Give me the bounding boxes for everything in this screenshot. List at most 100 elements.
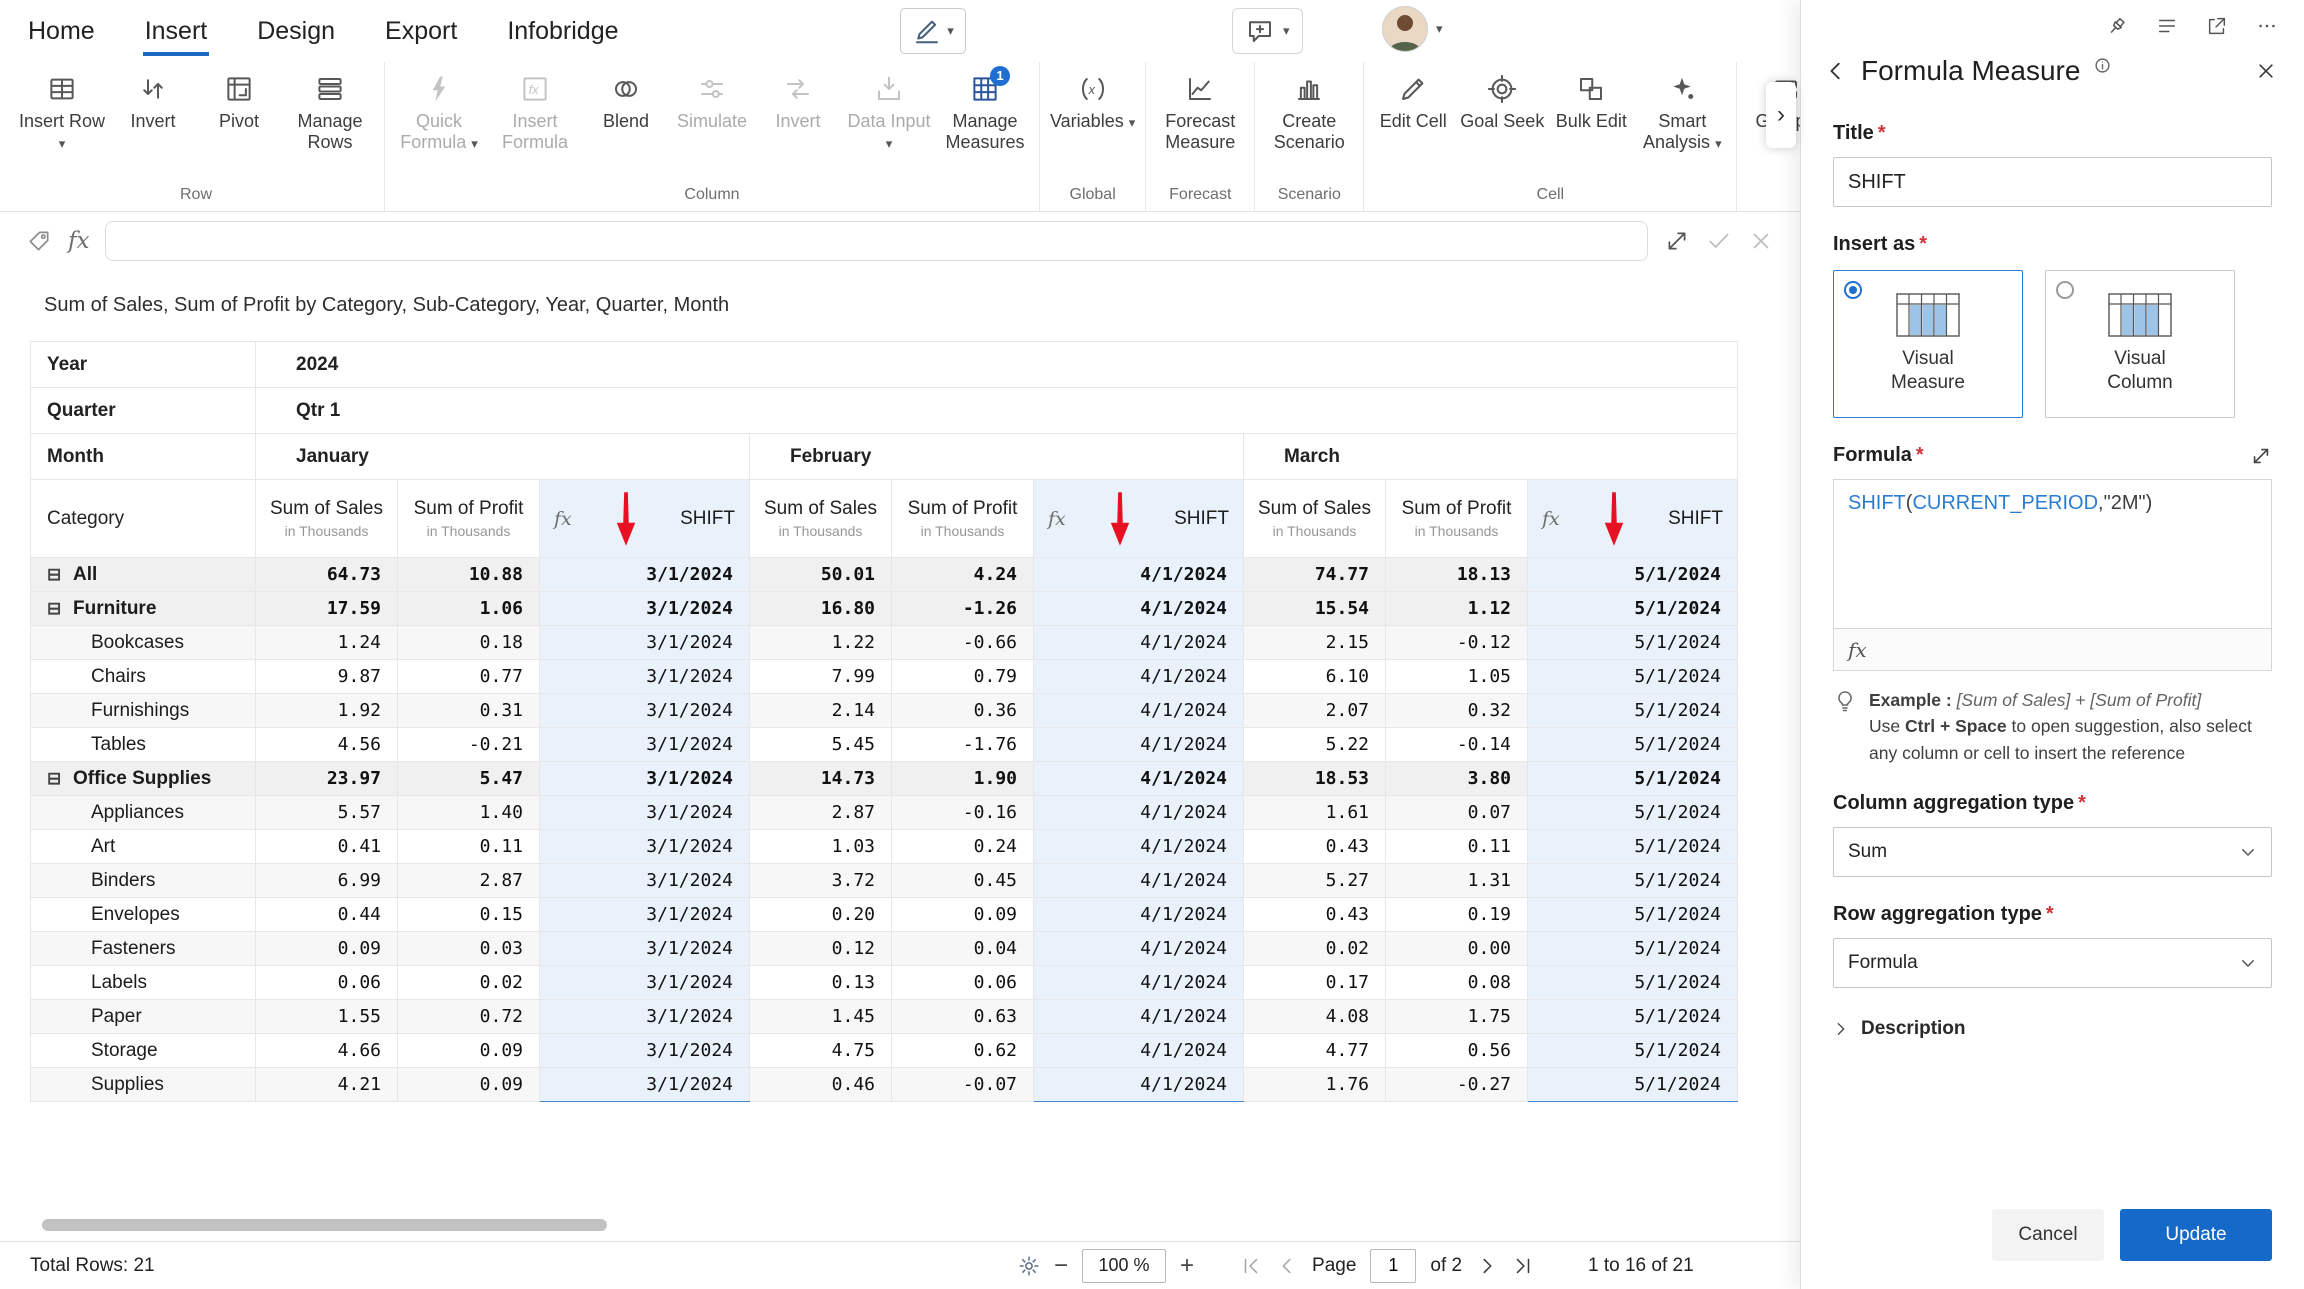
- cell-profit[interactable]: 0.31: [397, 693, 540, 728]
- cell-sales[interactable]: 50.01: [749, 557, 892, 592]
- table-row[interactable]: Chairs 9.87 0.77 3/1/2024 7.99 0.79 4/1/…: [30, 659, 1739, 694]
- title-input[interactable]: [1833, 157, 2272, 207]
- cell-sales[interactable]: 1.76: [1243, 1067, 1386, 1102]
- simulate-button[interactable]: Simulate: [669, 62, 755, 132]
- table-row[interactable]: Bookcases 1.24 0.18 3/1/2024 1.22 -0.66 …: [30, 625, 1739, 660]
- cell-profit[interactable]: 1.90: [891, 761, 1034, 796]
- formula-bar-input[interactable]: [105, 221, 1648, 261]
- cell-shift[interactable]: 3/1/2024: [539, 897, 750, 932]
- month-march[interactable]: March: [1242, 433, 1739, 480]
- sales-header[interactable]: Sum of Sales in Thousands: [255, 479, 398, 558]
- next-page-icon[interactable]: [1476, 1255, 1498, 1277]
- cell-shift[interactable]: 5/1/2024: [1526, 557, 1739, 592]
- cell-profit[interactable]: 0.11: [1385, 829, 1528, 864]
- cell-shift[interactable]: 4/1/2024: [1033, 625, 1244, 660]
- cell-sales[interactable]: 0.06: [255, 965, 398, 1000]
- cell-shift[interactable]: 4/1/2024: [1033, 1033, 1244, 1068]
- cell-profit[interactable]: 1.06: [397, 591, 540, 626]
- table-row[interactable]: Envelopes 0.44 0.15 3/1/2024 0.20 0.09 4…: [30, 897, 1739, 932]
- edit-cell-button[interactable]: Edit Cell: [1370, 62, 1456, 132]
- table-row[interactable]: ⊟ Office Supplies 23.97 5.47 3/1/2024 14.…: [30, 761, 1739, 796]
- cell-sales[interactable]: 3.72: [749, 863, 892, 898]
- update-button[interactable]: Update: [2120, 1209, 2272, 1261]
- cell-shift[interactable]: 5/1/2024: [1526, 863, 1739, 898]
- cell-shift[interactable]: 3/1/2024: [539, 931, 750, 966]
- cell-sales[interactable]: 74.77: [1243, 557, 1386, 592]
- cell-shift[interactable]: 5/1/2024: [1526, 999, 1739, 1034]
- user-menu-button[interactable]: ▾: [1382, 6, 1443, 52]
- cell-shift[interactable]: 3/1/2024: [539, 795, 750, 830]
- cell-sales[interactable]: 2.87: [749, 795, 892, 830]
- category-cell[interactable]: Appliances: [30, 795, 256, 830]
- close-icon[interactable]: [2256, 61, 2276, 81]
- month-february[interactable]: February: [749, 433, 1244, 480]
- cell-profit[interactable]: 1.05: [1385, 659, 1528, 694]
- cell-shift[interactable]: 3/1/2024: [539, 761, 750, 796]
- tab-export[interactable]: Export: [383, 11, 459, 52]
- cell-sales[interactable]: 1.45: [749, 999, 892, 1034]
- cell-shift[interactable]: 3/1/2024: [539, 591, 750, 626]
- cell-shift[interactable]: 4/1/2024: [1033, 659, 1244, 694]
- cell-shift[interactable]: 4/1/2024: [1033, 1067, 1244, 1102]
- expand-formula-bar-icon[interactable]: [1664, 228, 1690, 254]
- row-agg-select[interactable]: Formula: [1833, 937, 2272, 988]
- page-number-input[interactable]: [1370, 1248, 1417, 1283]
- cell-profit[interactable]: 0.08: [1385, 965, 1528, 1000]
- option-visual-measure[interactable]: Visual Measure: [1833, 270, 2023, 418]
- column-agg-select[interactable]: Sum: [1833, 826, 2272, 877]
- table-row[interactable]: Supplies 4.21 0.09 3/1/2024 0.46 -0.07 4…: [30, 1067, 1739, 1102]
- manage-measures-button[interactable]: 1 Manage Measures: [937, 62, 1033, 152]
- info-icon[interactable]: [2094, 57, 2111, 74]
- forecast-measure-button[interactable]: Forecast Measure: [1152, 62, 1248, 152]
- cell-sales[interactable]: 0.09: [255, 931, 398, 966]
- cell-sales[interactable]: 23.97: [255, 761, 398, 796]
- create-scenario-button[interactable]: Create Scenario: [1261, 62, 1357, 152]
- cell-profit[interactable]: 2.87: [397, 863, 540, 898]
- radio-selected-icon[interactable]: [1844, 281, 1862, 299]
- category-cell[interactable]: Furnishings: [30, 693, 256, 728]
- cell-sales[interactable]: 4.66: [255, 1033, 398, 1068]
- cell-sales[interactable]: 7.99: [749, 659, 892, 694]
- cell-profit[interactable]: -0.21: [397, 727, 540, 762]
- category-cell[interactable]: Storage: [30, 1033, 256, 1068]
- pivot-button[interactable]: Pivot: [196, 62, 282, 132]
- cell-shift[interactable]: 5/1/2024: [1526, 1067, 1739, 1102]
- scrollbar-thumb[interactable]: [42, 1219, 607, 1231]
- category-header[interactable]: Category: [30, 479, 256, 558]
- cell-profit[interactable]: -0.14: [1385, 727, 1528, 762]
- cell-profit[interactable]: 0.18: [397, 625, 540, 660]
- cell-sales[interactable]: 0.20: [749, 897, 892, 932]
- cell-sales[interactable]: 1.24: [255, 625, 398, 660]
- tab-design[interactable]: Design: [255, 11, 337, 52]
- cell-profit[interactable]: 0.36: [891, 693, 1034, 728]
- insert-row-button[interactable]: Insert Row ▾: [14, 62, 110, 152]
- cell-sales[interactable]: 0.13: [749, 965, 892, 1000]
- cell-shift[interactable]: 4/1/2024: [1033, 965, 1244, 1000]
- cell-sales[interactable]: 6.99: [255, 863, 398, 898]
- sales-header[interactable]: Sum of Sales in Thousands: [1243, 479, 1386, 558]
- category-cell[interactable]: Tables: [30, 727, 256, 762]
- open-new-window-icon[interactable]: [2206, 15, 2228, 37]
- cell-sales[interactable]: 1.92: [255, 693, 398, 728]
- cell-shift[interactable]: 3/1/2024: [539, 659, 750, 694]
- cell-sales[interactable]: 16.80: [749, 591, 892, 626]
- table-row[interactable]: Fasteners 0.09 0.03 3/1/2024 0.12 0.04 4…: [30, 931, 1739, 966]
- category-cell[interactable]: Fasteners: [30, 931, 256, 966]
- cell-profit[interactable]: 0.72: [397, 999, 540, 1034]
- cell-profit[interactable]: 1.12: [1385, 591, 1528, 626]
- cell-shift[interactable]: 3/1/2024: [539, 557, 750, 592]
- cell-profit[interactable]: 0.79: [891, 659, 1034, 694]
- first-page-icon[interactable]: [1240, 1255, 1262, 1277]
- cell-profit[interactable]: 1.31: [1385, 863, 1528, 898]
- cell-profit[interactable]: 0.32: [1385, 693, 1528, 728]
- profit-header[interactable]: Sum of Profit in Thousands: [891, 479, 1034, 558]
- cell-profit[interactable]: 4.24: [891, 557, 1034, 592]
- cell-shift[interactable]: 5/1/2024: [1526, 829, 1739, 864]
- cell-sales[interactable]: 4.21: [255, 1067, 398, 1102]
- cell-sales[interactable]: 2.07: [1243, 693, 1386, 728]
- cell-shift[interactable]: 5/1/2024: [1526, 761, 1739, 796]
- cell-profit[interactable]: 0.63: [891, 999, 1034, 1034]
- cancel-x-icon[interactable]: [1748, 228, 1774, 254]
- cell-shift[interactable]: 4/1/2024: [1033, 897, 1244, 932]
- table-row[interactable]: Storage 4.66 0.09 3/1/2024 4.75 0.62 4/1…: [30, 1033, 1739, 1068]
